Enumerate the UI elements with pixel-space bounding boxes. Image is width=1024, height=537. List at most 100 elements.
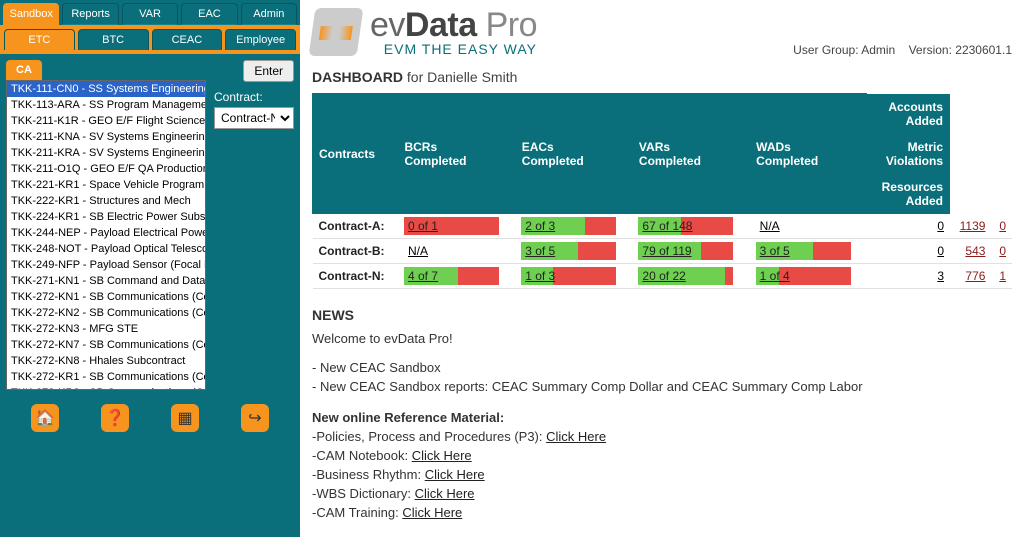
list-item[interactable]: TKK-221-KR1 - Space Vehicle Program Man <box>7 177 205 193</box>
logo-block: evData Pro EVM THE EASY WAY <box>312 6 537 57</box>
progress-cell[interactable]: 0 of 1 <box>404 217 499 235</box>
ref-item: -Policies, Process and Procedures (P3): … <box>312 429 1012 444</box>
progress-cell[interactable]: 2 of 3 <box>521 217 616 235</box>
news-welcome: Welcome to evData Pro! <box>312 331 1012 346</box>
progress-cell[interactable]: 1 of 4 <box>756 267 851 285</box>
cell-na[interactable]: N/A <box>756 218 784 234</box>
list-item[interactable]: TKK-113-ARA - SS Program Management <box>7 97 205 113</box>
col-header: BCRsCompleted <box>398 94 515 214</box>
list-item[interactable]: TKK-272-KN8 - Hhales Subcontract <box>7 353 205 369</box>
ref-link[interactable]: Click Here <box>425 467 485 482</box>
table-row: Contract-A: 0 of 1 2 of 3 67 of 148 N/A 0 1139… <box>313 214 1013 239</box>
brand-text: evData Pro <box>370 6 537 45</box>
progress-cell[interactable]: 20 of 22 <box>638 267 733 285</box>
tagline: EVM THE EASY WAY <box>370 41 537 57</box>
col-header: VARsCompleted <box>632 94 749 214</box>
ref-item: -Business Rhythm: Click Here <box>312 467 1012 482</box>
news-section: NEWS Welcome to evData Pro! - New CEAC S… <box>312 307 1012 524</box>
progress-cell[interactable]: 79 of 119 <box>638 242 733 260</box>
resources-link[interactable]: 0 <box>999 244 1006 258</box>
col-header: ResourcesAdded <box>867 174 950 214</box>
sidebar-body: CA TKK-111-CN0 - SS Systems EngineeringT… <box>0 54 300 537</box>
news-item: - New CEAC Sandbox <box>312 360 1012 375</box>
dashboard-table: ContractsBCRsCompletedEACsCompletedVARsC… <box>312 93 1012 289</box>
contract-select[interactable]: Contract-N <box>214 107 294 129</box>
grid-icon[interactable]: ▦ <box>171 404 199 432</box>
contract-label: Contract: <box>214 90 294 104</box>
ref-link[interactable]: Click Here <box>415 486 475 501</box>
header-meta: User Group: Admin Version: 2230601.1 <box>793 43 1012 57</box>
header: evData Pro EVM THE EASY WAY User Group: … <box>312 0 1012 61</box>
list-item[interactable]: TKK-272-KN1 - SB Communications (Comm <box>7 289 205 305</box>
list-item[interactable]: TKK-211-O1Q - GEO E/F QA Production NR <box>7 161 205 177</box>
top-tab-var[interactable]: VAR <box>122 3 178 25</box>
logo-icon <box>309 8 364 56</box>
list-item[interactable]: TKK-211-KRA - SV Systems Engineering <box>7 145 205 161</box>
top-tab-eac[interactable]: EAC <box>181 3 237 25</box>
list-item[interactable]: TKK-211-K1R - GEO E/F Flight Sciences NR <box>7 113 205 129</box>
ref-link[interactable]: Click Here <box>402 505 462 520</box>
ref-item: -CAM Training: Click Here <box>312 505 1012 520</box>
enter-button[interactable]: Enter <box>243 60 294 82</box>
metric-violations-link[interactable]: 1139 <box>960 219 986 233</box>
sub-tab-ceac[interactable]: CEAC <box>152 29 223 50</box>
top-tab-reports[interactable]: Reports <box>62 3 118 25</box>
list-item[interactable]: TKK-111-CN0 - SS Systems Engineering <box>7 81 205 97</box>
top-tab-admin[interactable]: Admin <box>241 3 297 25</box>
list-item[interactable]: TKK-272-KN2 - SB Communications (Comm <box>7 305 205 321</box>
col-header: WADsCompleted <box>750 94 867 214</box>
list-item[interactable]: TKK-271-KN1 - SB Command and Data Han <box>7 273 205 289</box>
progress-cell[interactable]: 3 of 5 <box>521 242 616 260</box>
top-tabs: SandboxReportsVAREACAdmin <box>0 0 300 25</box>
sub-tab-employee[interactable]: Employee <box>225 29 296 50</box>
help-icon[interactable]: ❓ <box>101 404 129 432</box>
sidebar: SandboxReportsVAREACAdmin ETCBTCCEACEmpl… <box>0 0 300 537</box>
ref-link[interactable]: Click Here <box>546 429 606 444</box>
accounts-link[interactable]: 0 <box>937 244 944 258</box>
ca-list[interactable]: TKK-111-CN0 - SS Systems EngineeringTKK-… <box>6 80 206 390</box>
resources-link[interactable]: 1 <box>999 269 1006 283</box>
progress-cell[interactable]: 67 of 148 <box>638 217 733 235</box>
ref-item: -CAM Notebook: Click Here <box>312 448 1012 463</box>
list-item[interactable]: TKK-272-KN7 - SB Communications (Comm <box>7 337 205 353</box>
row-label: Contract-N: <box>313 264 398 289</box>
ref-link[interactable]: Click Here <box>412 448 472 463</box>
metric-violations-link[interactable]: 776 <box>965 269 985 283</box>
top-tab-sandbox[interactable]: Sandbox <box>3 3 59 25</box>
table-header-row: ContractsBCRsCompletedEACsCompletedVARsC… <box>313 94 1013 214</box>
progress-cell[interactable]: 1 of 3 <box>521 267 616 285</box>
progress-cell[interactable]: 3 of 5 <box>756 242 851 260</box>
home-icon[interactable]: 🏠 <box>31 404 59 432</box>
list-item[interactable]: TKK-272-KR1 - SB Communications (Comm <box>7 369 205 385</box>
col-header: Contracts <box>313 94 398 214</box>
list-item[interactable]: TKK-224-KR1 - SB Electric Power Subsyste <box>7 209 205 225</box>
list-item[interactable]: TKK-222-KR1 - Structures and Mech <box>7 193 205 209</box>
accounts-link[interactable]: 0 <box>937 219 944 233</box>
col-header: MetricViolations <box>867 134 950 174</box>
news-item: - New CEAC Sandbox reports: CEAC Summary… <box>312 379 1012 394</box>
metric-violations-link[interactable]: 543 <box>965 244 985 258</box>
list-item[interactable]: TKK-211-KNA - SV Systems Engineering <box>7 129 205 145</box>
cell-na[interactable]: N/A <box>404 243 432 259</box>
resources-link[interactable]: 0 <box>999 219 1006 233</box>
sub-tabs: ETCBTCCEACEmployee <box>0 25 300 54</box>
page-title: DASHBOARD for Danielle Smith <box>312 69 1012 85</box>
ca-tab[interactable]: CA <box>6 60 42 80</box>
list-item[interactable]: TKK-272-KR2 - SB Communications (Comm <box>7 385 205 390</box>
col-header: EACsCompleted <box>515 94 632 214</box>
row-label: Contract-B: <box>313 239 398 264</box>
accounts-link[interactable]: 3 <box>937 269 944 283</box>
news-title: NEWS <box>312 307 1012 323</box>
sub-tab-etc[interactable]: ETC <box>4 29 75 50</box>
main-content: evData Pro EVM THE EASY WAY User Group: … <box>300 0 1024 537</box>
list-item[interactable]: TKK-249-NFP - Payload Sensor (Focal Plan… <box>7 257 205 273</box>
list-item[interactable]: TKK-272-KN3 - MFG STE <box>7 321 205 337</box>
list-item[interactable]: TKK-244-NEP - Payload Electrical Power S… <box>7 225 205 241</box>
table-row: Contract-N: 4 of 7 1 of 3 20 of 22 1 of 4 3 77… <box>313 264 1013 289</box>
progress-cell[interactable]: 4 of 7 <box>404 267 499 285</box>
sub-tab-btc[interactable]: BTC <box>78 29 149 50</box>
contract-block: Contract: Contract-N <box>214 90 294 129</box>
row-label: Contract-A: <box>313 214 398 239</box>
exit-icon[interactable]: ↪ <box>241 404 269 432</box>
list-item[interactable]: TKK-248-NOT - Payload Optical Telescope … <box>7 241 205 257</box>
